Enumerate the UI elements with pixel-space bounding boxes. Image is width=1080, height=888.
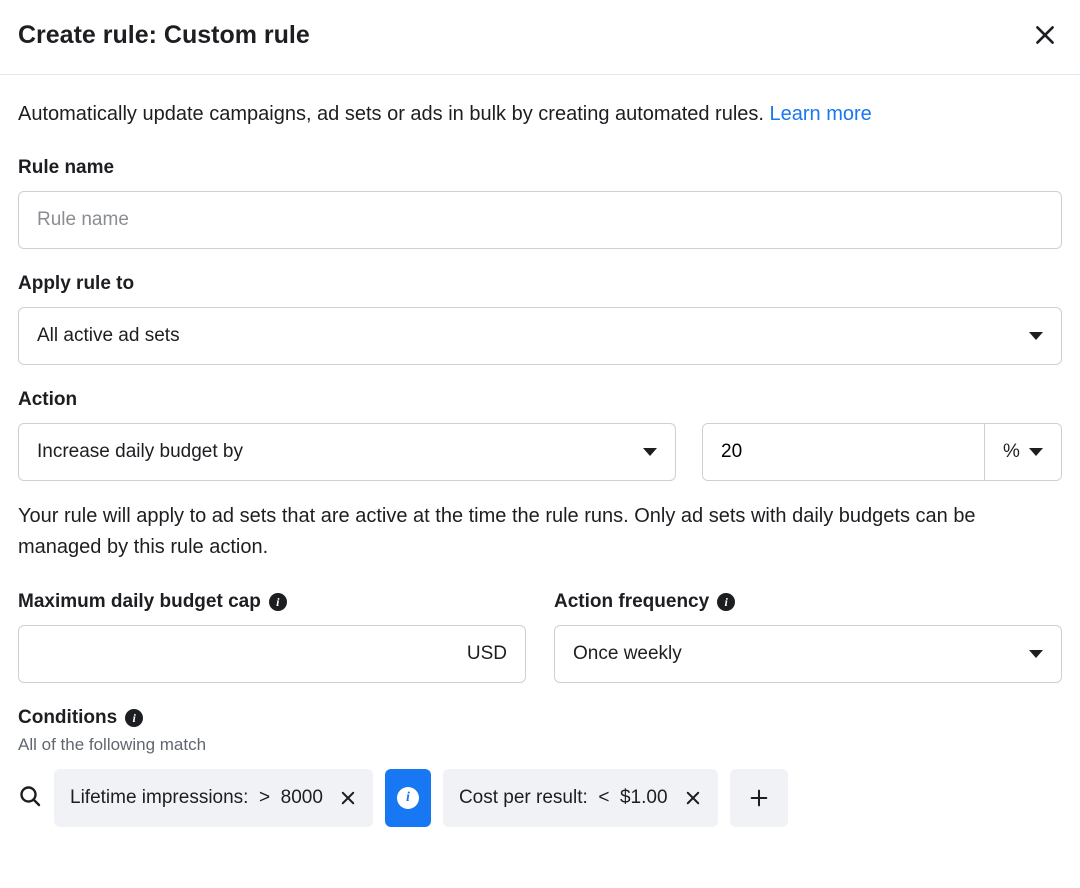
action-section: Action Increase daily budget by % Your r…	[18, 389, 1062, 563]
budget-cap-label-text: Maximum daily budget cap	[18, 591, 261, 613]
condition-chip[interactable]: Lifetime impressions: > 8000	[54, 769, 373, 827]
conditions-subtext: All of the following match	[18, 735, 1062, 755]
conditions-label-text: Conditions	[18, 707, 117, 729]
close-icon	[1032, 22, 1058, 48]
info-icon[interactable]: i	[717, 593, 735, 611]
remove-condition-button[interactable]	[339, 789, 357, 807]
condition-info-badge[interactable]: i	[385, 769, 431, 827]
learn-more-link[interactable]: Learn more	[770, 103, 872, 125]
condition-text: Cost per result: < $1.00	[459, 787, 668, 809]
action-label: Action	[18, 389, 1062, 411]
action-value-input[interactable]	[703, 424, 984, 480]
remove-condition-button[interactable]	[684, 789, 702, 807]
intro-text: Automatically update campaigns, ad sets …	[18, 99, 1062, 129]
modal-title: Create rule: Custom rule	[18, 21, 310, 50]
rule-name-input[interactable]	[18, 191, 1062, 249]
conditions-row: Lifetime impressions: > 8000 i Cost per …	[18, 769, 1062, 827]
conditions-label: Conditions i	[18, 707, 1062, 729]
info-icon: i	[397, 787, 419, 809]
chevron-down-icon	[1029, 448, 1043, 456]
action-help-text: Your rule will apply to ad sets that are…	[18, 501, 1062, 563]
add-condition-button[interactable]	[730, 769, 788, 827]
modal-header: Create rule: Custom rule	[0, 0, 1080, 75]
action-unit-value: %	[1003, 441, 1020, 463]
chevron-down-icon	[1029, 332, 1043, 340]
close-icon	[684, 789, 702, 807]
budget-cap-input[interactable]	[37, 626, 467, 682]
action-type-select[interactable]: Increase daily budget by	[18, 423, 676, 481]
rule-name-label: Rule name	[18, 157, 1062, 179]
search-icon	[18, 784, 42, 808]
chevron-down-icon	[1029, 650, 1043, 658]
frequency-label-text: Action frequency	[554, 591, 709, 613]
conditions-section: Conditions i All of the following match …	[18, 707, 1062, 827]
close-button[interactable]	[1028, 18, 1062, 52]
plus-icon	[748, 787, 770, 809]
budget-cap-input-wrap: USD	[18, 625, 526, 683]
info-icon[interactable]: i	[125, 709, 143, 727]
apply-to-label: Apply rule to	[18, 273, 1062, 295]
currency-label: USD	[467, 643, 507, 665]
close-icon	[339, 789, 357, 807]
frequency-select[interactable]: Once weekly	[554, 625, 1062, 683]
budget-frequency-row: Maximum daily budget cap i USD Action fr…	[18, 591, 1062, 683]
action-type-value: Increase daily budget by	[37, 441, 243, 463]
condition-text: Lifetime impressions: > 8000	[70, 787, 323, 809]
modal-body: Automatically update campaigns, ad sets …	[0, 75, 1080, 861]
budget-cap-section: Maximum daily budget cap i USD	[18, 591, 526, 683]
budget-cap-label: Maximum daily budget cap i	[18, 591, 526, 613]
frequency-label: Action frequency i	[554, 591, 1062, 613]
chevron-down-icon	[643, 448, 657, 456]
action-value-group: %	[702, 423, 1062, 481]
condition-chip[interactable]: Cost per result: < $1.00	[443, 769, 718, 827]
action-unit-select[interactable]: %	[984, 424, 1061, 480]
apply-to-section: Apply rule to All active ad sets	[18, 273, 1062, 365]
intro-copy: Automatically update campaigns, ad sets …	[18, 103, 770, 125]
conditions-search-button[interactable]	[18, 780, 42, 817]
rule-name-section: Rule name	[18, 157, 1062, 249]
apply-to-select[interactable]: All active ad sets	[18, 307, 1062, 365]
apply-to-value: All active ad sets	[37, 325, 180, 347]
frequency-section: Action frequency i Once weekly	[554, 591, 1062, 683]
info-icon[interactable]: i	[269, 593, 287, 611]
frequency-value: Once weekly	[573, 643, 682, 665]
